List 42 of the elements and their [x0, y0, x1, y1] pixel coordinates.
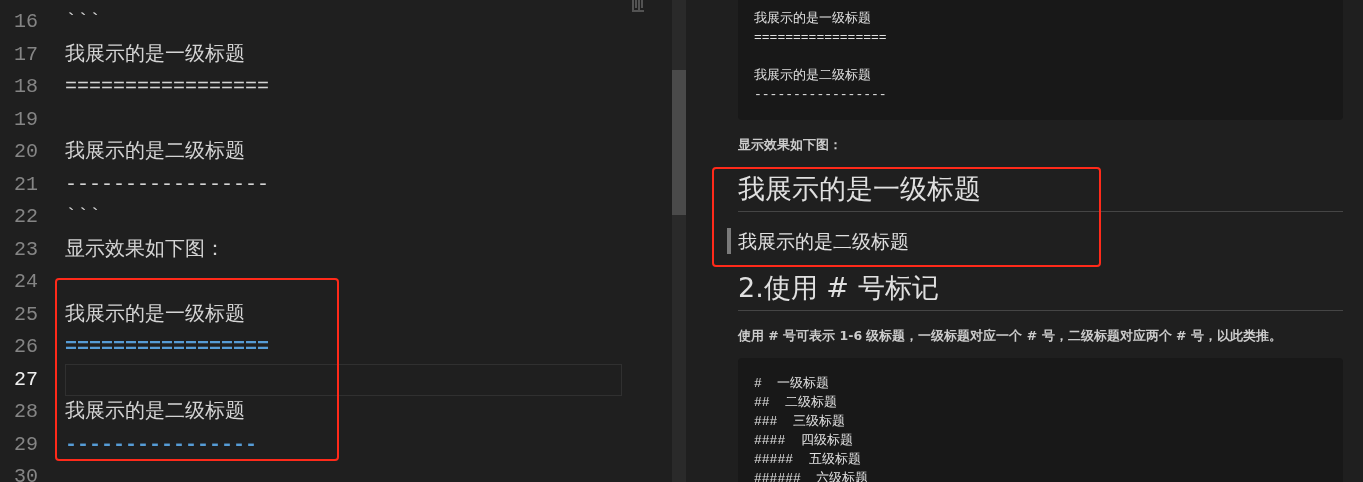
code-line: 显示效果如下图：	[65, 236, 225, 263]
code-text: ### 三级标题	[754, 412, 846, 431]
code-text: ## 二级标题	[754, 393, 839, 412]
code-text: -----------------	[754, 86, 888, 104]
line-number: 18	[13, 74, 38, 101]
line-number: 26	[13, 334, 38, 361]
line-number: 21	[13, 171, 38, 198]
code-line: =================	[65, 334, 270, 361]
minimap-icon	[632, 0, 644, 12]
code-line: =================	[65, 74, 270, 101]
code-line: 我展示的是一级标题	[65, 41, 245, 68]
line-number: 17	[13, 41, 38, 68]
scrollbar-thumb[interactable]	[672, 70, 686, 215]
code-text: # 一级标题	[754, 374, 831, 393]
code-text: 我展示的是二级标题	[754, 67, 872, 85]
code-text: ##### 五级标题	[754, 450, 862, 469]
paragraph: 使用 # 号可表示 1-6 级标题，一级标题对应一个 # 号，二级标题对应两个 # 号，以此类推。	[738, 326, 1283, 345]
line-number: 16	[13, 9, 38, 36]
line-number: 30	[13, 464, 38, 482]
paragraph: 显示效果如下图：	[738, 136, 843, 154]
code-line: ----------------	[65, 431, 258, 458]
line-number: 22	[13, 204, 38, 231]
code-line: 我展示的是二级标题	[65, 399, 245, 426]
line-number: 28	[13, 399, 38, 426]
line-number: 24	[13, 269, 38, 296]
heading: 2.使用 # 号标记	[738, 270, 940, 305]
code-text: =================	[754, 29, 888, 47]
heading: 我展示的是一级标题	[738, 171, 982, 206]
code-text: #### 四级标题	[754, 431, 854, 450]
code-line: ```	[65, 204, 101, 231]
line-number: 20	[13, 139, 38, 166]
line-number: 19	[13, 106, 38, 133]
code-line: 我展示的是二级标题	[65, 139, 245, 166]
code-text: 我展示的是一级标题	[754, 10, 872, 28]
subheading: 我展示的是二级标题	[727, 227, 1343, 254]
code-line: 我展示的是一级标题	[65, 301, 245, 328]
line-number: 25	[13, 301, 38, 328]
code-line: ```	[65, 9, 101, 36]
line-number: 27	[13, 366, 38, 393]
line-number: 23	[13, 236, 38, 263]
line-number: 29	[13, 431, 38, 458]
code-line: -----------------	[65, 171, 270, 198]
